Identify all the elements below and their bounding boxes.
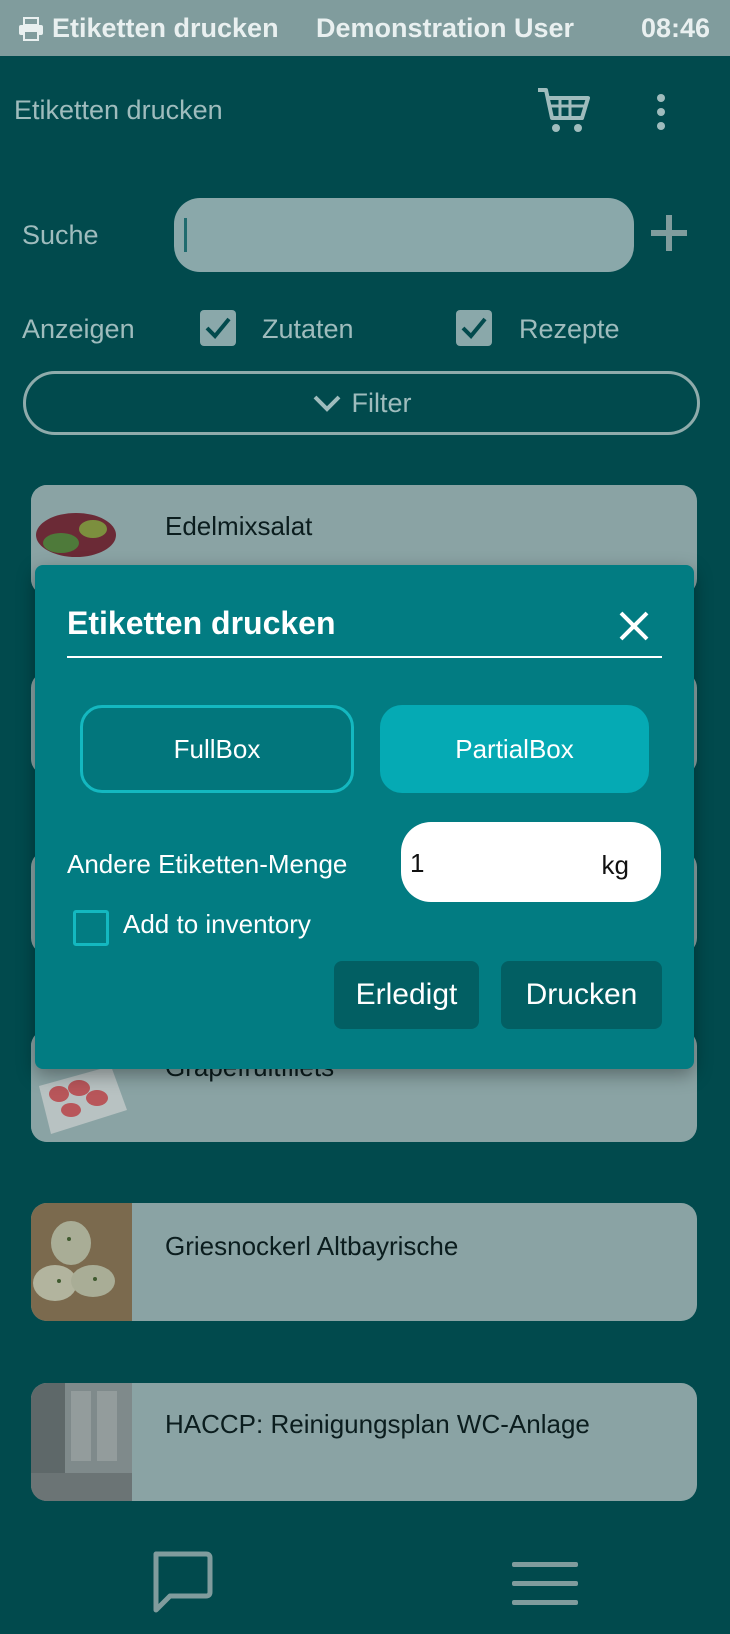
checkbox-zutaten-label: Zutaten (262, 314, 354, 344)
add-to-inventory-checkbox[interactable] (73, 910, 109, 946)
close-icon[interactable] (617, 609, 651, 643)
print-labels-dialog: Etiketten drucken FullBox PartialBox And… (35, 565, 694, 1069)
menu-icon[interactable] (512, 1560, 578, 1608)
checkbox-rezepte-label: Rezepte (519, 314, 620, 344)
print-button[interactable]: Drucken (501, 961, 662, 1029)
status-bar: Etiketten drucken Demonstration User 08:… (0, 0, 730, 56)
search-label: Suche (22, 220, 99, 250)
dialog-divider (67, 656, 662, 658)
quantity-label: Andere Etiketten-Menge (67, 849, 348, 879)
list-item-name: HACCP: Reinigungsplan WC-Anlage (165, 1409, 590, 1439)
add-to-inventory-label: Add to inventory (123, 909, 311, 939)
show-label: Anzeigen (22, 314, 135, 344)
filter-button[interactable]: Filter (23, 371, 700, 435)
dumpling-thumbnail (31, 1203, 132, 1321)
checkbox-rezepte[interactable] (456, 310, 492, 346)
quantity-field[interactable]: 1 kg (401, 822, 661, 902)
more-vertical-icon[interactable] (648, 92, 674, 132)
partialbox-button[interactable]: PartialBox (380, 705, 649, 793)
chat-icon[interactable] (148, 1548, 214, 1614)
quantity-value: 1 (410, 848, 425, 878)
dialog-title: Etiketten drucken (67, 605, 336, 641)
printer-icon (19, 17, 43, 41)
chevron-down-icon (313, 395, 340, 412)
list-item-name: Griesnockerl Altbayrische (165, 1231, 459, 1261)
page-title: Etiketten drucken (14, 95, 223, 125)
quantity-unit: kg (601, 850, 629, 880)
filter-label: Filter (351, 387, 412, 418)
text-caret (184, 218, 187, 252)
list-item[interactable]: HACCP: Reinigungsplan WC-Anlage (31, 1383, 697, 1501)
status-bar-time: 08:46 (640, 13, 710, 43)
search-input[interactable] (174, 198, 634, 272)
checkbox-zutaten[interactable] (200, 310, 236, 346)
list-item-name: Edelmixsalat (165, 511, 313, 541)
plus-icon[interactable] (650, 214, 688, 252)
cart-icon[interactable] (536, 84, 592, 136)
done-button[interactable]: Erledigt (334, 961, 479, 1029)
status-bar-title: Etiketten drucken (52, 13, 279, 43)
status-bar-user: Demonstration User (316, 13, 575, 43)
fullbox-button[interactable]: FullBox (80, 705, 354, 793)
washroom-thumbnail (31, 1383, 132, 1501)
list-item[interactable]: Griesnockerl Altbayrische (31, 1203, 697, 1321)
